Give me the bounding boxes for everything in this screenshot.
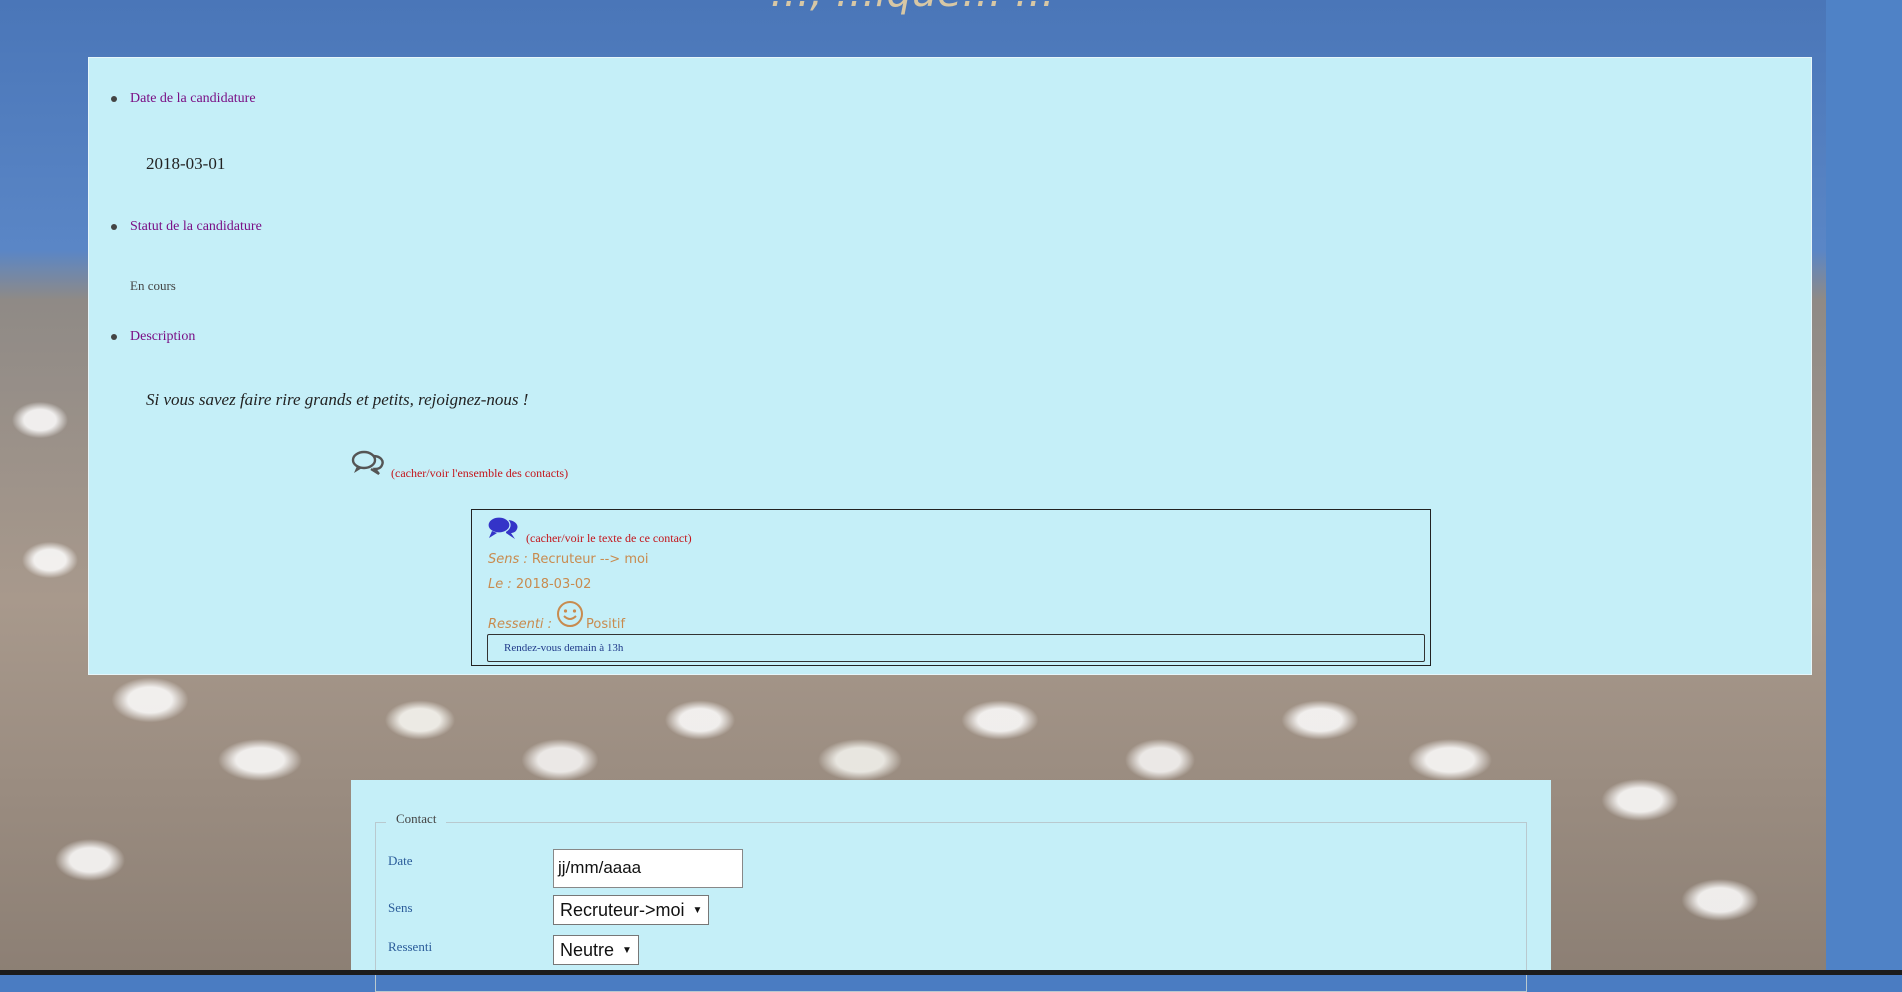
ressenti-value: Positif [586,617,626,632]
sens-key: Sens : [488,552,528,567]
status-value: En cours [130,278,176,293]
date-label: Date de la candidature [130,91,256,106]
bullet [111,334,117,340]
contact-form-panel: Contact Date jj/mm/aaaa Sens Recruteur->… [351,780,1551,992]
speech-bubbles-filled-icon[interactable] [486,515,520,546]
contact-header: (cacher/voir le texte de ce contact) [486,515,692,546]
date-input[interactable]: jj/mm/aaaa [553,849,743,888]
le-key: Le : [488,577,512,592]
form-sens-label: Sens [388,900,413,915]
contact-ressenti: Ressenti : Positif [488,600,625,632]
fieldset-legend: Contact [386,811,447,827]
bullet [111,96,117,102]
background-right-strip [1826,0,1902,975]
bottom-bar [0,970,1902,975]
smiley-icon [556,600,584,632]
contact-fieldset [375,822,1527,992]
candidature-panel: Date de la candidature 2018-03-01 Statut… [88,57,1812,675]
bullet [111,224,117,230]
chevron-down-icon: ▼ [692,904,703,916]
sens-select[interactable]: Recruteur->moi ▼ [553,895,710,925]
ressenti-selected: Neutre [560,939,615,960]
sens-value: Recruteur --> moi [531,552,649,567]
speech-bubbles-outline-icon[interactable] [351,450,385,481]
description-value: Si vous savez faire rire grands et petit… [146,390,529,409]
form-ressenti-label: Ressenti [388,939,433,954]
toggle-all-contacts[interactable]: (cacher/voir l'ensemble des contacts) [351,450,568,481]
contact-sens: Sens : Recruteur --> moi [488,552,649,567]
ressenti-key: Ressenti : [488,617,553,632]
chevron-down-icon: ▼ [622,944,632,956]
toggle-contact-text-link[interactable]: (cacher/voir le texte de ce contact) [526,531,692,546]
toggle-all-contacts-link[interactable]: (cacher/voir l'ensemble des contacts) [391,466,568,481]
contact-text-box: Rendez-vous demain à 13h [487,634,1425,662]
contact-text: Rendez-vous demain à 13h [504,642,624,654]
date-value: 2018-03-01 [146,154,226,173]
ressenti-select[interactable]: Neutre ▼ [553,935,639,965]
description-label: Description [130,329,196,344]
form-date-label: Date [388,853,413,868]
sens-selected: Recruteur->moi [560,899,685,920]
le-value: 2018-03-02 [515,577,592,592]
status-label: Statut de la candidature [130,219,262,234]
contact-card: (cacher/voir le texte de ce contact) Sen… [471,509,1431,666]
contact-date: Le : 2018-03-02 [488,577,591,592]
page-title: …, …ique… … [770,0,1055,16]
